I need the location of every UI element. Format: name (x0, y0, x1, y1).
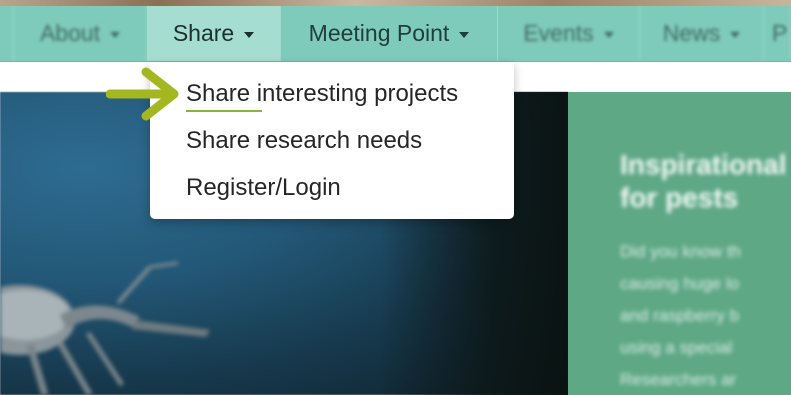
nav-label: About (39, 20, 101, 46)
nav-item-news[interactable]: News (640, 6, 764, 61)
weevil-image (0, 261, 210, 395)
nav-item-more[interactable]: P (764, 6, 791, 61)
share-dropdown-menu: Share interesting projects Share researc… (150, 62, 514, 219)
chevron-down-icon (110, 32, 121, 38)
nav-label: Events (523, 20, 594, 46)
hero-info-panel: Inspirational for pests Did you know th … (568, 92, 791, 395)
pointer-arrow-icon (106, 67, 179, 121)
menu-item-register-login[interactable]: Register/Login (186, 174, 341, 202)
nav-item-home[interactable] (0, 6, 14, 61)
hero-text: Did you know th causing huge lo and rasp… (620, 242, 741, 389)
menu-item-share-research[interactable]: Share research needs (186, 127, 422, 155)
nav-item-about[interactable]: About (14, 6, 147, 61)
nav-label: Share (172, 20, 235, 46)
nav-item-events[interactable]: Events (498, 6, 640, 61)
nav-label: Meeting Point (308, 20, 450, 46)
nav-label: News (662, 20, 721, 46)
menu-item-share-projects[interactable]: Share interesting projects (186, 80, 458, 108)
nav-item-share[interactable]: Share (147, 6, 281, 61)
hover-underline (186, 110, 262, 112)
nav-item-meeting-point[interactable]: Meeting Point (281, 6, 498, 61)
nav-label: P (772, 20, 788, 46)
chevron-down-icon (459, 32, 470, 38)
chevron-down-icon (603, 32, 614, 38)
hero-title: Inspirational for pests (620, 149, 787, 213)
chevron-down-icon (730, 32, 741, 38)
main-navbar: About Share Meeting Point Events News P (0, 6, 791, 62)
chevron-down-icon (244, 32, 255, 38)
